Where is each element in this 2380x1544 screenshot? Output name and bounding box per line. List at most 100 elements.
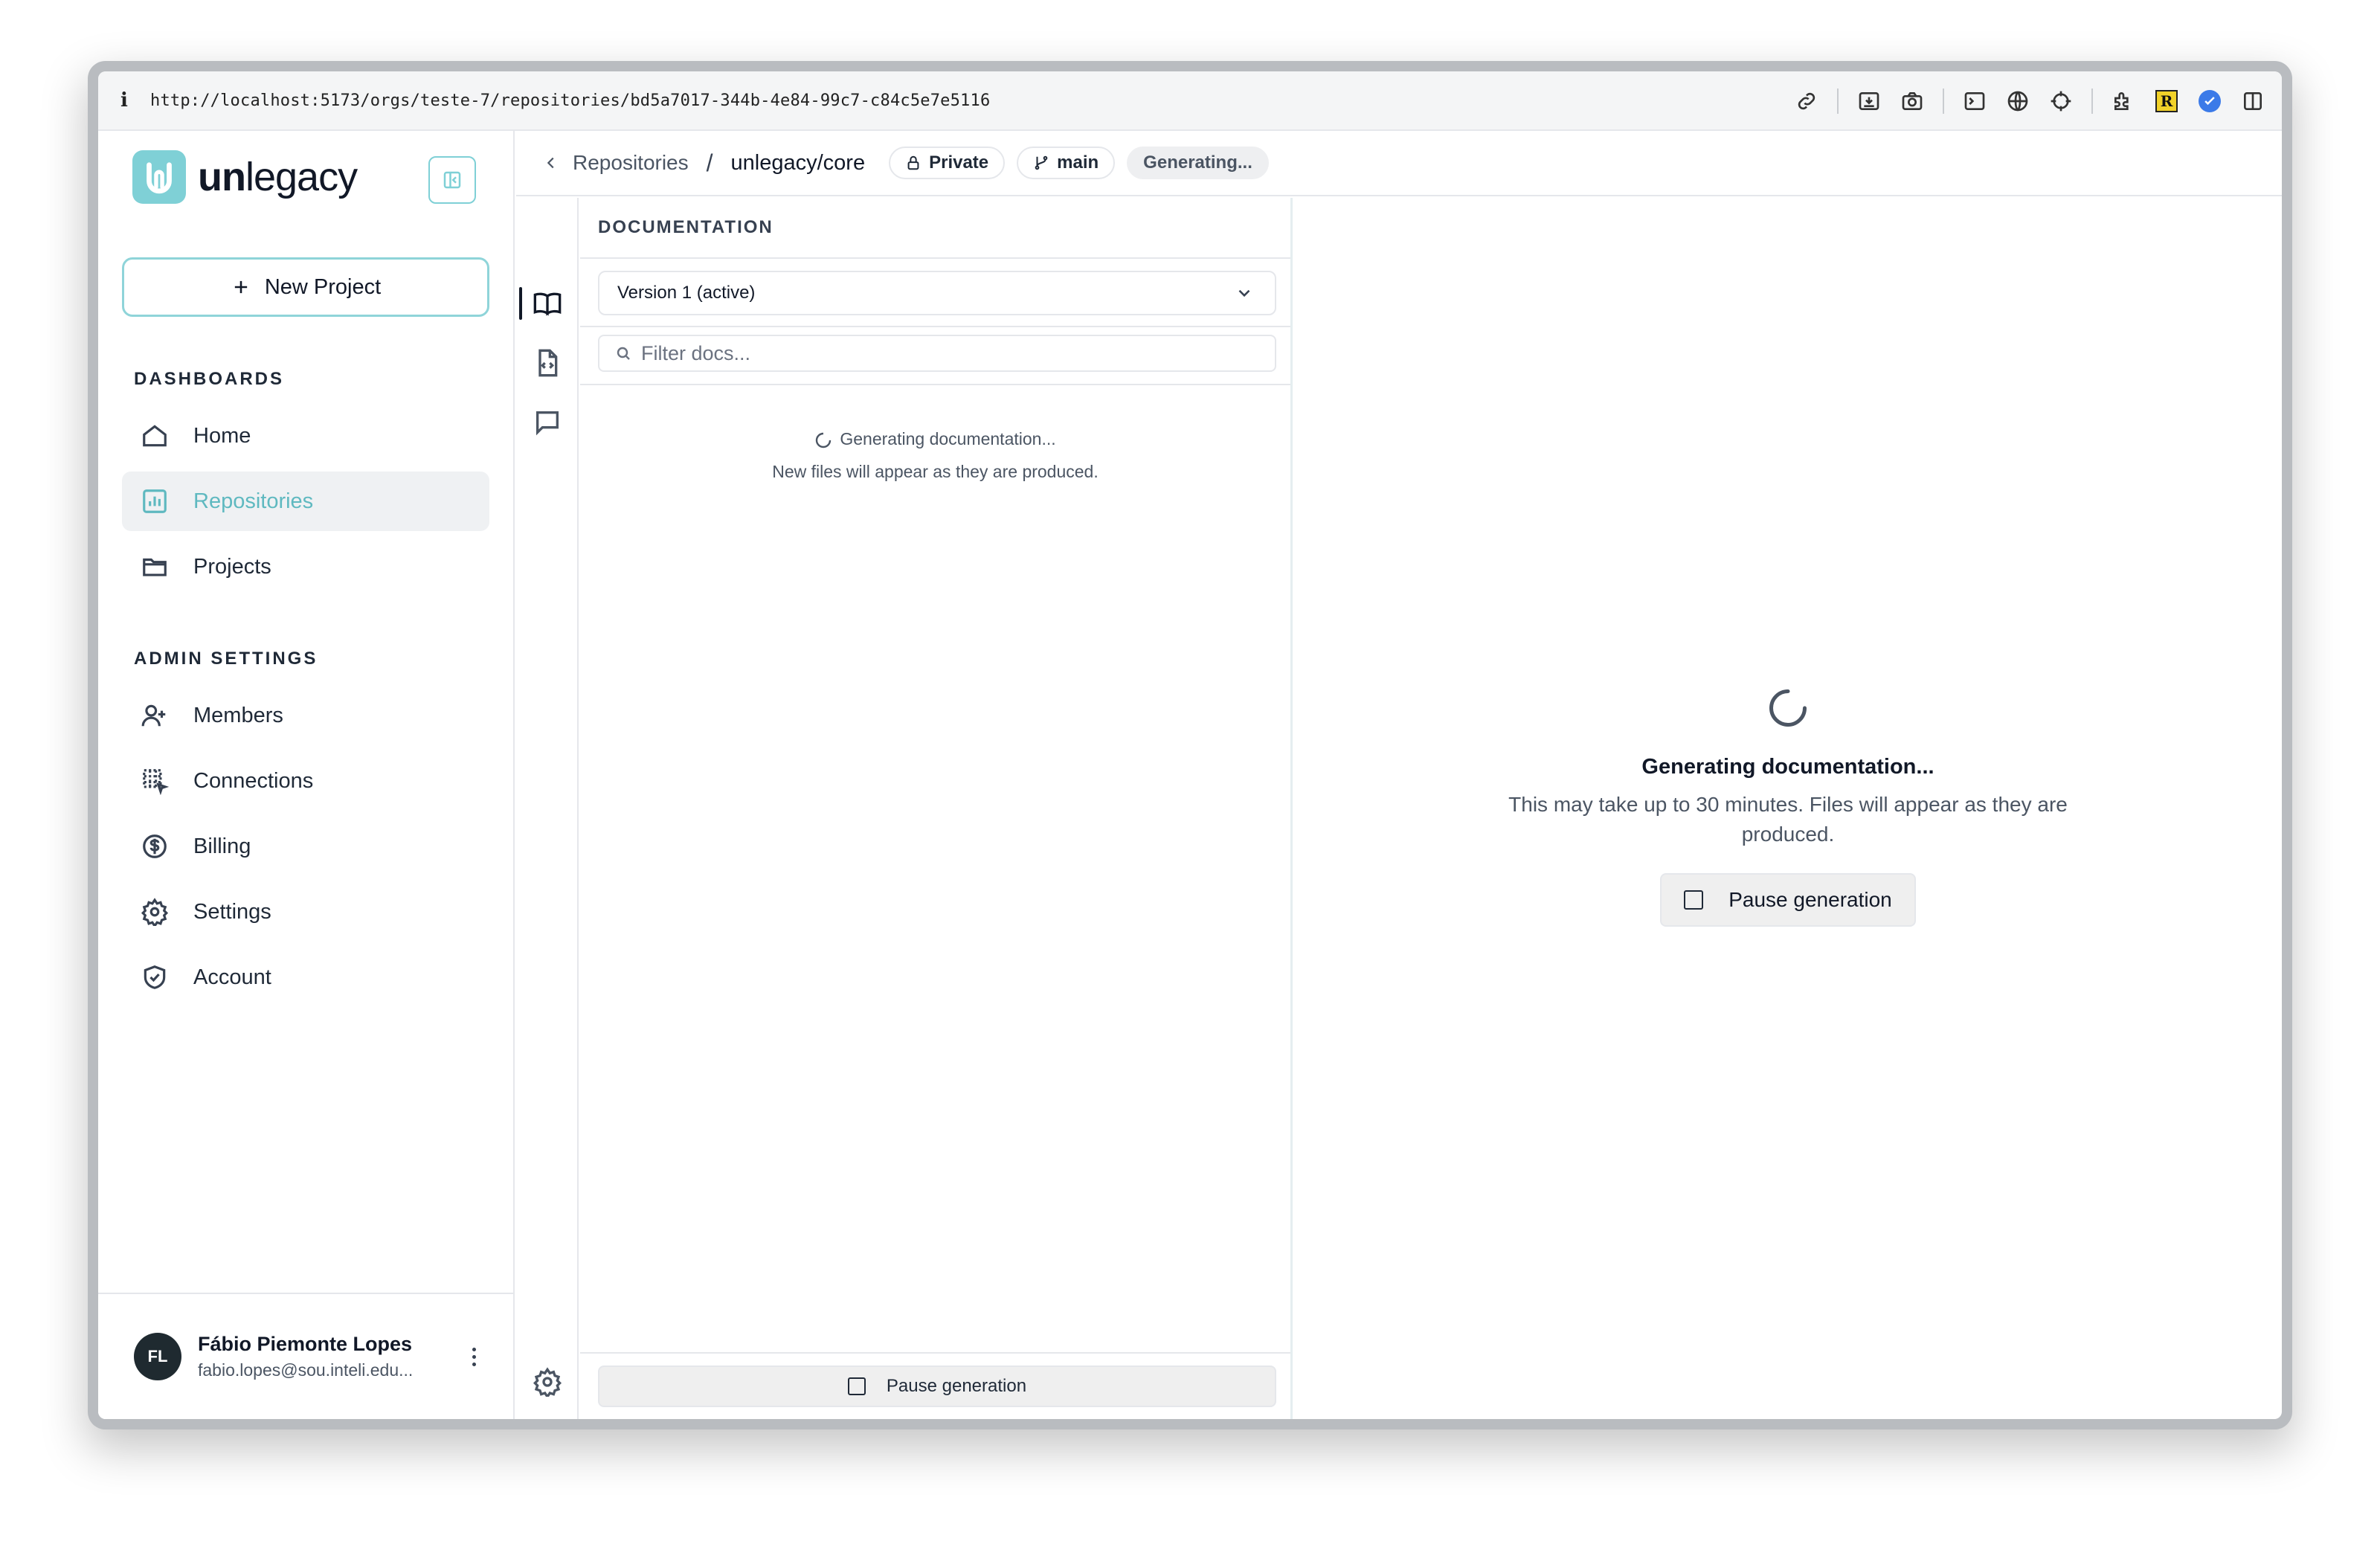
browser-window: i http://localhost:5173/orgs/teste-7/rep… — [98, 71, 2282, 1419]
sidebar-item-billing[interactable]: Billing — [122, 817, 489, 876]
breadcrumb-repositories: Repositories — [573, 151, 689, 174]
brand-name-bold: un — [198, 155, 246, 199]
version-select[interactable]: Version 1 (active) — [598, 271, 1276, 315]
generation-title: Generating documentation... — [1641, 755, 1934, 779]
dashboards-section-title: DASHBOARDS — [134, 369, 285, 389]
filter-docs-input[interactable]: Filter docs... — [598, 335, 1276, 372]
user-name: Fábio Piemonte Lopes — [198, 1333, 413, 1355]
admin-settings-section-title: ADMIN SETTINGS — [134, 649, 318, 669]
brand-name: unlegacy — [198, 154, 358, 200]
sidebar-item-label: Projects — [193, 554, 271, 579]
puzzle-icon[interactable] — [2111, 89, 2136, 114]
more-vertical-icon[interactable] — [472, 1348, 476, 1366]
browser-toolbar-icons: R — [1794, 71, 2265, 131]
breadcrumb-current-repo: unlegacy/core — [730, 150, 866, 175]
sidebar-item-projects[interactable]: Projects — [122, 537, 489, 596]
search-icon — [617, 347, 630, 360]
repository-header: Repositories / unlegacy/core Private mai… — [516, 131, 2282, 196]
stop-square-icon — [847, 1377, 866, 1395]
message-square-icon — [536, 411, 559, 436]
sidebar-item-home[interactable]: Home — [122, 406, 489, 466]
branch-badge[interactable]: main — [1017, 147, 1116, 179]
breadcrumb-back-link[interactable]: Repositories — [543, 151, 689, 175]
visibility-badge: Private — [889, 147, 1006, 179]
toolbar-separator — [2091, 89, 2093, 114]
collapse-sidebar-button[interactable] — [428, 156, 476, 204]
terminal-icon[interactable] — [1962, 89, 1987, 114]
divider — [580, 326, 1290, 327]
branch-label: main — [1057, 152, 1099, 173]
documentation-header: DOCUMENTATION — [580, 198, 1290, 259]
code-file-tab[interactable] — [531, 347, 564, 379]
sidebar-item-repositories[interactable]: Repositories — [122, 472, 489, 531]
visibility-label: Private — [929, 152, 989, 173]
book-open-icon — [533, 292, 562, 316]
sidebar-item-account[interactable]: Account — [122, 948, 489, 1007]
docs-footer: Pause generation — [580, 1352, 1290, 1419]
generation-subtitle: This may take up to 30 minutes. Files wi… — [1508, 793, 2068, 846]
documentation-panel: DOCUMENTATION Version 1 (active) Filter … — [580, 198, 1293, 1419]
check-badge-icon[interactable] — [2197, 89, 2222, 114]
download-box-icon[interactable] — [1856, 89, 1882, 114]
spinner-icon — [816, 432, 832, 448]
sidebar-item-connections[interactable]: Connections — [122, 751, 489, 811]
user-plus-icon — [140, 701, 170, 730]
dollar-circle-icon — [140, 831, 170, 861]
globe-icon[interactable] — [2005, 89, 2030, 114]
sidebar-item-settings[interactable]: Settings — [122, 882, 489, 942]
sidebar-item-label: Members — [193, 703, 283, 727]
pause-generation-label: Pause generation — [1728, 888, 1892, 911]
toolbar-separator — [1837, 89, 1839, 114]
user-profile[interactable]: FL Fábio Piemonte Lopes fabio.lopes@sou.… — [98, 1293, 513, 1419]
document-preview: Generating documentation... This may tak… — [1294, 198, 2282, 1419]
new-project-label: New Project — [264, 274, 382, 299]
avatar: FL — [134, 1333, 181, 1380]
plus-icon — [234, 280, 247, 294]
link-icon[interactable] — [1794, 89, 1819, 114]
user-email: fabio.lopes@sou.inteli.edu... — [198, 1360, 414, 1380]
version-select-value: Version 1 (active) — [617, 283, 756, 303]
panel-settings-button[interactable] — [531, 1366, 564, 1398]
extension-r-badge: R — [2155, 90, 2178, 112]
chat-tab[interactable] — [531, 406, 564, 439]
chevron-left-icon — [547, 157, 554, 169]
crosshair-icon[interactable] — [2048, 89, 2074, 114]
sidebar-item-label: Repositories — [193, 489, 314, 513]
generation-status: Generating documentation... This may tak… — [1294, 686, 2282, 927]
brand-logo[interactable]: unlegacy — [132, 150, 358, 204]
split-view-icon[interactable] — [2240, 89, 2265, 114]
stop-square-icon — [1684, 890, 1704, 910]
toolbar-separator — [1943, 89, 1944, 114]
panel-icon-rail — [516, 198, 579, 1419]
extension-r-letter: R — [2160, 92, 2173, 110]
gear-icon — [140, 897, 170, 927]
sidebar-item-label: Account — [193, 965, 271, 989]
site-info-icon[interactable]: i — [120, 89, 150, 112]
gear-icon — [533, 1367, 562, 1397]
docs-status-line2: New files will appear as they are produc… — [772, 462, 1099, 481]
chevron-down-icon — [1238, 289, 1250, 297]
docs-generation-status: Generating documentation... New files wi… — [580, 422, 1290, 488]
camera-icon[interactable] — [1900, 89, 1925, 114]
documentation-tab[interactable] — [531, 287, 564, 320]
pause-generation-button[interactable]: Pause generation — [1660, 873, 1916, 927]
chart-icon — [140, 486, 170, 516]
grid-pointer-icon — [140, 766, 170, 796]
sidebar-item-label: Billing — [193, 834, 251, 858]
git-branch-icon — [1035, 155, 1048, 170]
sidebar-item-label: Settings — [193, 899, 271, 924]
url-field[interactable]: http://localhost:5173/orgs/teste-7/repos… — [150, 91, 990, 110]
home-icon — [140, 421, 170, 451]
sidebar: unlegacy New Project DASHBOARDS Home Rep… — [98, 131, 515, 1419]
pause-generation-label: Pause generation — [886, 1376, 1027, 1396]
brand-name-rest: legacy — [245, 155, 358, 199]
filter-docs-placeholder: Filter docs... — [641, 341, 751, 364]
pause-generation-button[interactable]: Pause generation — [598, 1366, 1276, 1407]
browser-url-bar: i http://localhost:5173/orgs/teste-7/rep… — [98, 71, 2282, 131]
spinner-icon — [1769, 689, 1807, 727]
extension-r-icon[interactable]: R — [2154, 89, 2179, 114]
lock-icon — [907, 155, 919, 170]
new-project-button[interactable]: New Project — [122, 257, 489, 317]
shield-check-icon — [140, 962, 170, 992]
sidebar-item-members[interactable]: Members — [122, 686, 489, 745]
